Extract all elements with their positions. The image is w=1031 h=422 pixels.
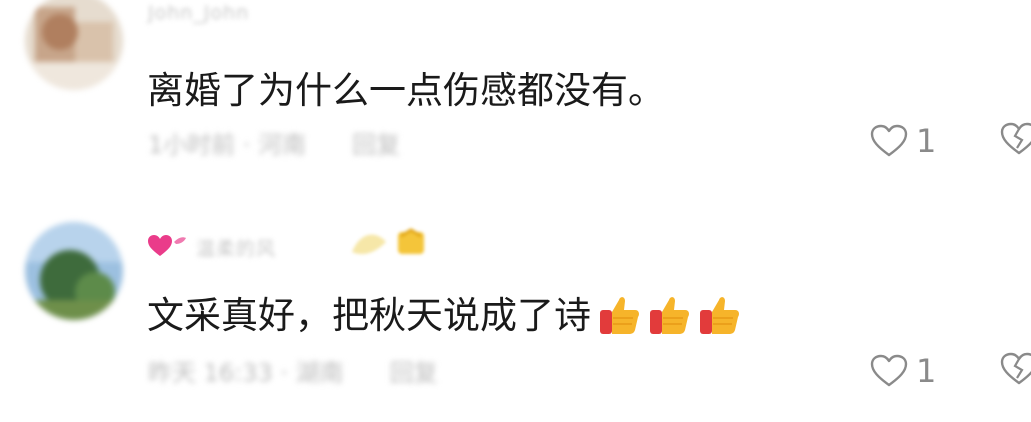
comment-text: 文采真好，把秋天说成了诗: [147, 285, 741, 345]
dislike-button[interactable]: [1000, 352, 1031, 390]
like-button[interactable]: 1: [870, 122, 936, 160]
thumbs-up-icon: [597, 292, 641, 345]
username[interactable]: 温柔的风: [196, 234, 276, 261]
username[interactable]: John_John: [148, 2, 249, 24]
heart-icon: [870, 354, 908, 387]
heart-icon: [870, 124, 908, 157]
avatar[interactable]: [25, 222, 123, 320]
comment-text: 离婚了为什么一点伤感都没有。: [147, 69, 665, 112]
broken-heart-icon: [1000, 352, 1031, 385]
like-count: 1: [916, 352, 937, 390]
thumbs-up-icon: [697, 292, 741, 345]
comment-meta: 昨天 16:33 · 湖南 回复: [148, 353, 438, 388]
thumbs-up-icon: [647, 292, 691, 345]
comment-item: John_John 离婚了为什么一点伤感都没有。 1小时前 · 河南 回复 1: [0, 0, 1031, 200]
comment-text-body: 文采真好，把秋天说成了诗: [147, 294, 591, 337]
comment-time: 1小时前 · 河南: [148, 130, 307, 159]
dislike-button[interactable]: [1000, 122, 1031, 160]
reply-button[interactable]: 回复: [352, 125, 400, 160]
heart-badge-icon: [146, 232, 188, 264]
like-button[interactable]: 1: [870, 352, 936, 390]
comment-meta: 1小时前 · 河南 回复: [148, 125, 400, 160]
reply-button[interactable]: 回复: [390, 353, 438, 388]
broken-heart-icon: [1000, 122, 1031, 155]
level-badge-icon: [346, 222, 436, 270]
comment-time: 昨天 16:33 · 湖南: [148, 358, 344, 387]
comment-item: 温柔的风 文采真好，把秋天说成了诗 昨天 16:33 · 湖南 回复 1: [0, 200, 1031, 422]
avatar[interactable]: [25, 0, 123, 90]
like-count: 1: [916, 122, 937, 160]
